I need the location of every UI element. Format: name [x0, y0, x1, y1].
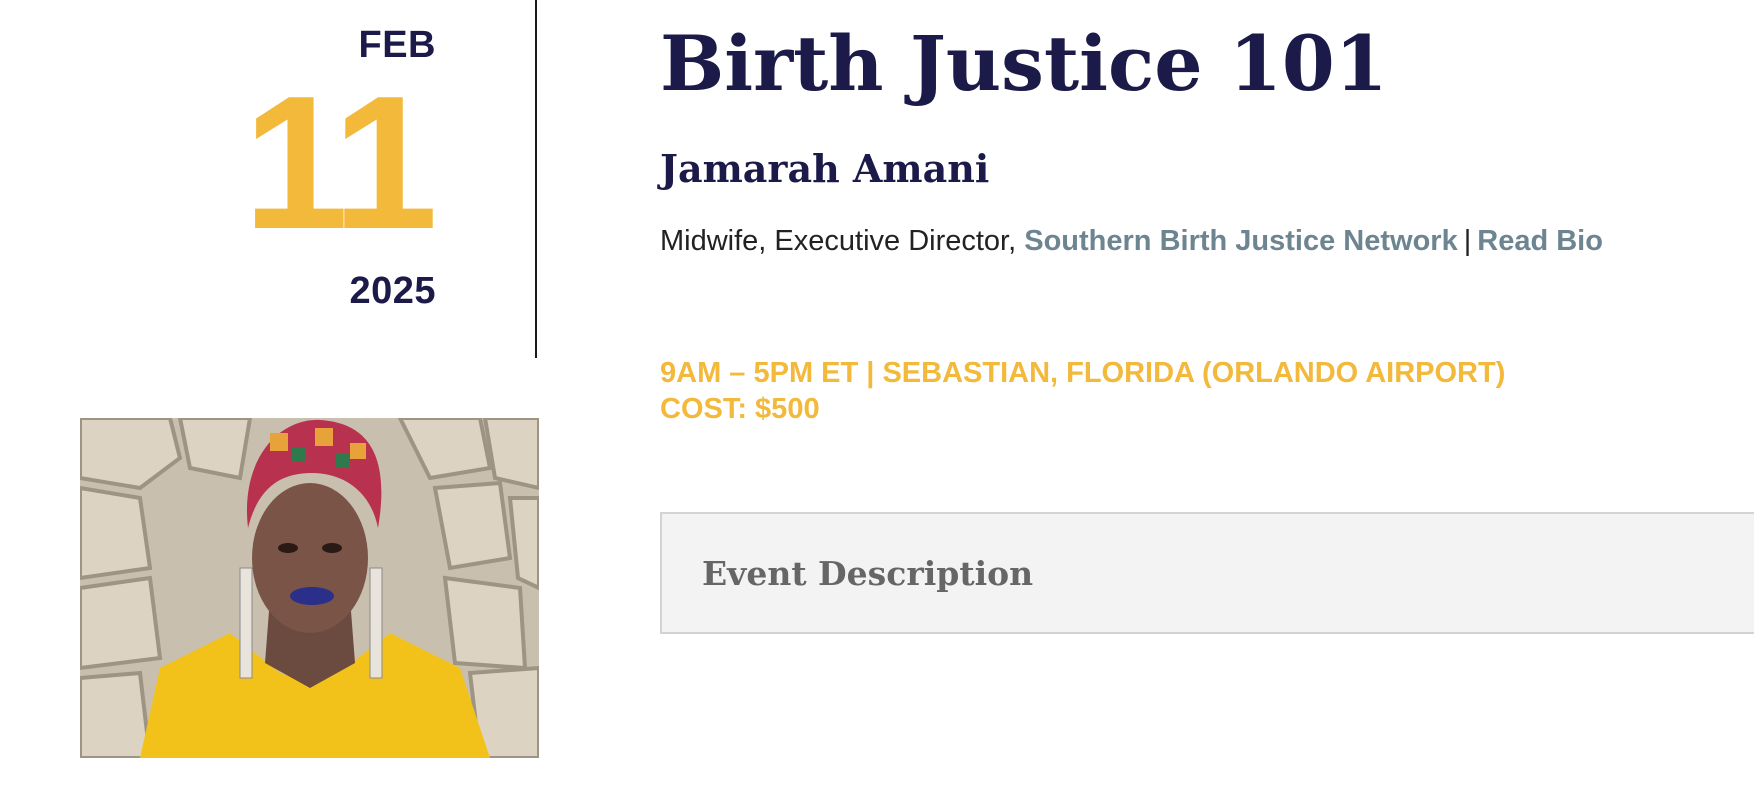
speaker-photo [80, 418, 539, 758]
event-meta: 9AM – 5PM ET | SEBASTIAN, FLORIDA (ORLAN… [660, 355, 1505, 427]
event-date-block: FEB 11 2025 [0, 0, 537, 358]
event-page: FEB 11 2025 Birth Justice 101 Jamarah Am… [0, 0, 1754, 798]
speaker-name: Jamarah Amani [660, 146, 990, 191]
event-title: Birth Justice 101 [660, 19, 1388, 108]
event-description-heading: Event Description [702, 554, 1034, 593]
date-day: 11 [243, 57, 438, 269]
separator: | [1463, 225, 1472, 257]
event-cost: COST: $500 [660, 393, 820, 425]
event-time-location: 9AM – 5PM ET | SEBASTIAN, FLORIDA (ORLAN… [660, 357, 1506, 389]
event-description-panel[interactable]: Event Description [660, 512, 1754, 634]
date-year: 2025 [349, 270, 436, 312]
organization-link[interactable]: Southern Birth Justice Network [1024, 225, 1457, 257]
speaker-credentials: Midwife, Executive Director, Southern Bi… [660, 225, 1603, 258]
read-bio-link[interactable]: Read Bio [1477, 225, 1603, 257]
speaker-role: Midwife, Executive Director, [660, 225, 1025, 257]
